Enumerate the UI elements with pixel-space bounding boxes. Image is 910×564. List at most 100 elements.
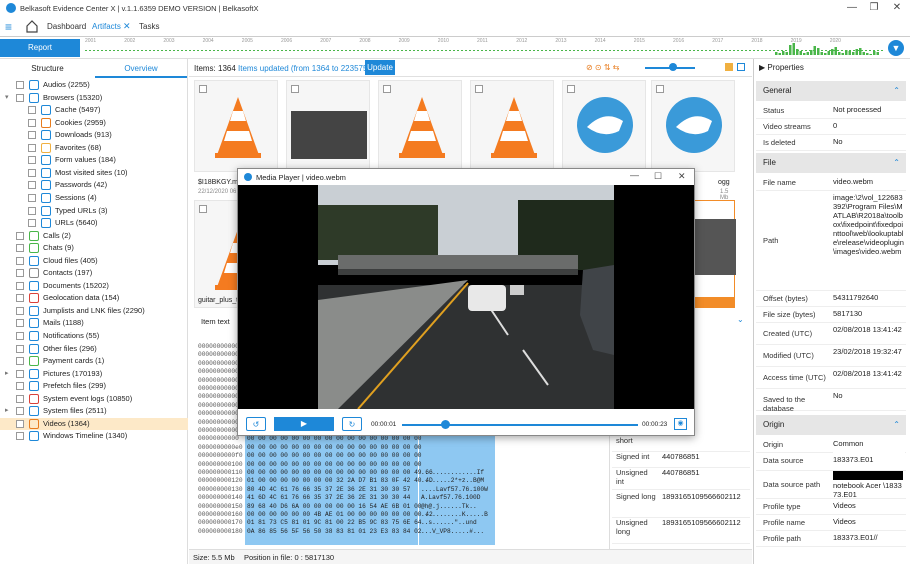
thumbnail-checkbox[interactable]	[199, 85, 207, 93]
player-close-button[interactable]: ✕	[678, 171, 686, 182]
tree-item[interactable]: Audios (2255)	[0, 79, 188, 92]
tree-checkbox[interactable]	[16, 419, 24, 428]
thumbnail-item[interactable]: $I18BKGY.mk 22/12/2020 06:	[194, 80, 278, 195]
tree-item[interactable]: Cache (5497)	[0, 104, 188, 117]
player-maximize-button[interactable]: ☐	[654, 171, 662, 182]
tree-item[interactable]: System event logs (10850)	[0, 393, 188, 406]
tab-overview[interactable]: Overview	[95, 62, 187, 78]
tree-checkbox[interactable]	[16, 93, 24, 102]
tree-item[interactable]: Prefetch files (299)	[0, 380, 188, 393]
tree-checkbox[interactable]	[28, 193, 36, 202]
tree-checkbox[interactable]	[16, 432, 24, 441]
tree-checkbox[interactable]	[28, 143, 36, 152]
tree-checkbox[interactable]	[16, 394, 24, 403]
filter-icon[interactable]: ▼	[888, 40, 904, 56]
tree-checkbox[interactable]	[16, 281, 24, 290]
thumbnail-item[interactable]	[378, 80, 462, 172]
tree-checkbox[interactable]	[28, 206, 36, 215]
media-player-window[interactable]: Media Player | video.webm — ☐ ✕ ↺ ▶ ↻ 00…	[237, 168, 695, 436]
thumbnail-item[interactable]: ogg 1.5 Mb	[651, 80, 735, 201]
zoom-slider-thumb[interactable]	[669, 63, 677, 71]
tree-checkbox[interactable]	[16, 407, 24, 416]
tree-item[interactable]: Payment cards (1)	[0, 355, 188, 368]
expand-arrow-icon[interactable]: ▸	[5, 368, 9, 380]
thumbnail-item[interactable]	[562, 80, 646, 172]
close-tab-icon[interactable]: ✕	[123, 21, 131, 32]
tree-item[interactable]: URLs (5640)	[0, 217, 188, 230]
tree-item[interactable]: Cloud files (405)	[0, 255, 188, 268]
close-button[interactable]: ✕	[885, 1, 909, 15]
collapse-icon[interactable]: ⌃	[893, 81, 900, 101]
expand-arrow-icon[interactable]: ▸	[5, 405, 9, 417]
tree-item[interactable]: ▸ System files (2511)	[0, 405, 188, 418]
tree-checkbox[interactable]	[28, 156, 36, 165]
hamburger-menu-icon[interactable]: ≡	[5, 21, 12, 33]
tree-item[interactable]: Jumplists and LNK files (2290)	[0, 305, 188, 318]
list-view-icon[interactable]	[737, 63, 745, 71]
tree-item[interactable]: Other files (296)	[0, 343, 188, 356]
expand-icon[interactable]: ⌄	[737, 315, 744, 324]
play-button[interactable]: ▶	[274, 417, 334, 431]
tree-item[interactable]: Typed URLs (3)	[0, 205, 188, 218]
tree-checkbox[interactable]	[16, 306, 24, 315]
tree-checkbox[interactable]	[28, 106, 36, 115]
tree-checkbox[interactable]	[28, 181, 36, 190]
tree-checkbox[interactable]	[16, 294, 24, 303]
tree-item[interactable]: Notifications (55)	[0, 330, 188, 343]
thumbnail-checkbox[interactable]	[656, 85, 664, 93]
tab-structure[interactable]: Structure	[0, 62, 95, 78]
tree-checkbox[interactable]	[16, 344, 24, 353]
tree-item[interactable]: Cookies (2959)	[0, 117, 188, 130]
tree-checkbox[interactable]	[16, 357, 24, 366]
video-canvas[interactable]	[238, 185, 694, 409]
tree-item[interactable]: Most visited sites (10)	[0, 167, 188, 180]
player-minimize-button[interactable]: —	[630, 170, 639, 180]
thumbnail-checkbox[interactable]	[291, 85, 299, 93]
thumbnail-item[interactable]	[470, 80, 554, 172]
tree-item[interactable]: ▸ Pictures (170193)	[0, 368, 188, 381]
maximize-button[interactable]: ❐	[862, 1, 886, 15]
tree-item[interactable]: Mails (1188)	[0, 317, 188, 330]
tree-checkbox[interactable]	[16, 319, 24, 328]
tree-item[interactable]: Chats (9)	[0, 242, 188, 255]
thumbnail-checkbox[interactable]	[475, 85, 483, 93]
collapse-icon[interactable]: ⌃	[893, 415, 900, 435]
thumbnail-checkbox[interactable]	[567, 85, 575, 93]
tab-tasks[interactable]: Tasks	[139, 22, 159, 31]
tree-checkbox[interactable]	[28, 118, 36, 127]
forward-button[interactable]: ↻	[342, 417, 362, 431]
seek-thumb[interactable]	[440, 420, 450, 429]
section-origin[interactable]: Origin ⌃	[756, 415, 906, 435]
section-general[interactable]: General ⌃	[756, 81, 906, 101]
minimize-button[interactable]: —	[840, 1, 864, 15]
timeline[interactable]: 2001 2002 2003 2004 2005 2006 2007 2008 2009 2010…	[0, 37, 910, 59]
seek-bar[interactable]	[402, 424, 638, 426]
tree-item[interactable]: Form values (184)	[0, 154, 188, 167]
section-file[interactable]: File ⌃	[756, 153, 906, 173]
toolbar-icons[interactable]: ⊘ ⊙ ⇅ ⇆	[586, 63, 619, 72]
tree-item[interactable]: Sessions (4)	[0, 192, 188, 205]
report-button[interactable]: Report	[0, 39, 80, 57]
tree-checkbox[interactable]	[28, 131, 36, 140]
tab-dashboard[interactable]: Dashboard	[47, 22, 86, 31]
home-icon[interactable]	[25, 19, 39, 33]
thumbnail-checkbox[interactable]	[199, 205, 207, 213]
tree-item[interactable]: Calls (2)	[0, 230, 188, 243]
tree-item[interactable]: Documents (15202)	[0, 280, 188, 293]
tree-checkbox[interactable]	[16, 244, 24, 253]
tree-checkbox[interactable]	[16, 332, 24, 340]
tree-item[interactable]: Contacts (197)	[0, 267, 188, 280]
tree-checkbox[interactable]	[28, 219, 36, 228]
tree-item[interactable]: Geolocation data (154)	[0, 292, 188, 305]
tree-checkbox[interactable]	[16, 231, 24, 240]
tree-item[interactable]: Downloads (913)	[0, 129, 188, 142]
tree-item[interactable]: Windows Timeline (1340)	[0, 430, 188, 443]
thumbnail-checkbox[interactable]	[383, 85, 391, 93]
tree-item[interactable]: ▾ Browsers (15320)	[0, 92, 188, 105]
rewind-button[interactable]: ↺	[246, 417, 266, 431]
snapshot-camera-icon[interactable]: ◉	[674, 418, 687, 430]
tree-checkbox[interactable]	[16, 81, 24, 89]
tree-checkbox[interactable]	[28, 168, 36, 177]
expand-arrow-icon[interactable]: ▾	[5, 92, 9, 104]
tree-checkbox[interactable]	[16, 369, 24, 378]
